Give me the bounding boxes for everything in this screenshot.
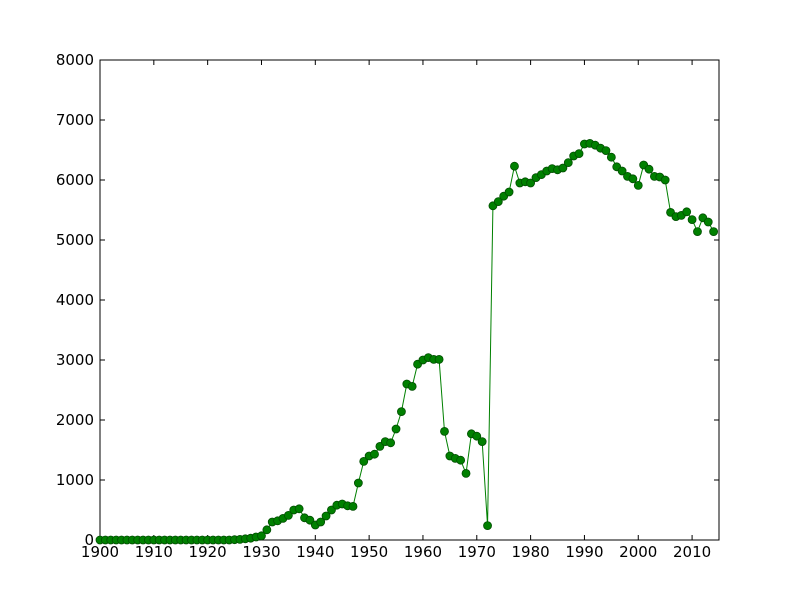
data-point bbox=[703, 217, 713, 227]
data-point bbox=[456, 455, 466, 465]
data-point bbox=[262, 525, 272, 535]
data-point bbox=[687, 215, 697, 225]
y-tick-label: 1000 bbox=[56, 471, 94, 489]
data-point bbox=[693, 227, 702, 237]
plot-area bbox=[99, 59, 720, 541]
data-point bbox=[397, 407, 406, 417]
data-point bbox=[434, 354, 444, 364]
data-point bbox=[628, 174, 638, 184]
x-tick-label: 2000 bbox=[619, 543, 657, 561]
data-point bbox=[386, 438, 396, 448]
x-tick-label: 1980 bbox=[512, 543, 550, 561]
data-point bbox=[370, 449, 379, 459]
data-point bbox=[483, 521, 492, 530]
data-point bbox=[606, 152, 616, 162]
data-point bbox=[660, 175, 670, 185]
data-point bbox=[682, 207, 692, 217]
data-point bbox=[574, 149, 584, 159]
x-tick-label: 2010 bbox=[673, 543, 711, 561]
x-tick-label: 1970 bbox=[458, 543, 496, 561]
x-tick-label: 1950 bbox=[350, 543, 388, 561]
data-point bbox=[504, 187, 514, 197]
data-point bbox=[477, 437, 487, 447]
x-tick-label: 1990 bbox=[565, 543, 603, 561]
x-tick-label: 1910 bbox=[135, 543, 173, 561]
y-tick-label: 0 bbox=[84, 531, 94, 549]
data-point bbox=[601, 146, 611, 156]
data-point bbox=[294, 504, 304, 514]
x-tick-label: 1930 bbox=[242, 543, 280, 561]
y-tick-label: 6000 bbox=[56, 171, 94, 189]
data-point bbox=[440, 426, 449, 436]
y-tick-label: 3000 bbox=[56, 351, 94, 369]
y-tick-label: 8000 bbox=[56, 51, 94, 69]
y-tick-label: 7000 bbox=[56, 111, 94, 129]
chart: 1900 1910 1920 1930 1940 1950 1960 1970 1980 1990… bbox=[56, 51, 720, 561]
data-point bbox=[633, 180, 643, 190]
data-point bbox=[407, 381, 417, 391]
y-tick-label: 2000 bbox=[56, 411, 94, 429]
data-point bbox=[510, 161, 519, 171]
y-tick-label: 5000 bbox=[56, 231, 94, 249]
data-point bbox=[391, 424, 401, 434]
data-point bbox=[353, 478, 363, 488]
data-point bbox=[461, 468, 471, 478]
x-tick-label: 1920 bbox=[189, 543, 227, 561]
x-tick-label: 1960 bbox=[404, 543, 442, 561]
data-point bbox=[644, 164, 654, 174]
data-point bbox=[709, 227, 719, 237]
data-point bbox=[563, 158, 573, 168]
x-tick-label: 1940 bbox=[296, 543, 334, 561]
y-tick-label: 4000 bbox=[56, 291, 94, 309]
data-point bbox=[348, 501, 358, 511]
